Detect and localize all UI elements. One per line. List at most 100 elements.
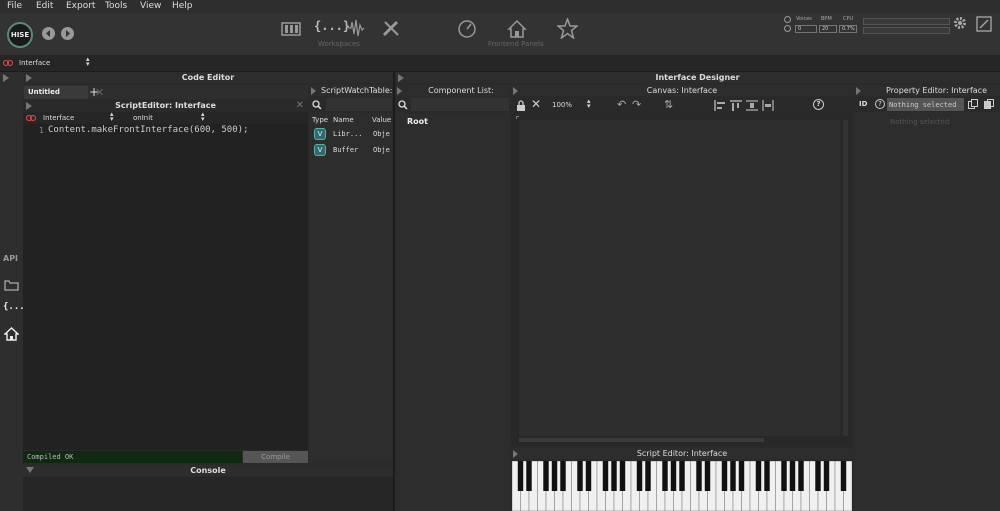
black-key[interactable] bbox=[577, 461, 583, 491]
canvas-hscroll[interactable] bbox=[519, 438, 764, 442]
menu-view[interactable]: View bbox=[140, 1, 161, 11]
interface-designer-collapse-icon[interactable] bbox=[398, 74, 404, 82]
processor-selector[interactable]: Interface ▴ ▾ bbox=[16, 56, 94, 68]
code-editor-collapse-icon[interactable] bbox=[26, 74, 32, 82]
black-key[interactable] bbox=[755, 461, 762, 491]
black-key[interactable] bbox=[560, 461, 566, 491]
compile-button[interactable]: Compile bbox=[243, 451, 308, 463]
distribute-h-icon[interactable] bbox=[762, 100, 774, 111]
settings-gear-icon[interactable] bbox=[953, 16, 967, 30]
menu-file[interactable]: File bbox=[7, 1, 22, 11]
canvas-vscroll[interactable] bbox=[843, 120, 848, 436]
black-key[interactable] bbox=[636, 461, 643, 491]
star-icon[interactable] bbox=[557, 18, 578, 39]
watch-search-input[interactable] bbox=[326, 98, 392, 111]
keyboard-keys[interactable] bbox=[512, 461, 852, 511]
property-help-icon[interactable]: ? bbox=[875, 99, 885, 109]
col-value[interactable]: Value bbox=[372, 116, 391, 124]
tab-untitled[interactable]: Untitled bbox=[24, 86, 88, 99]
folder-icon[interactable] bbox=[4, 279, 19, 291]
code-area[interactable]: 1 Content.makeFrontInterface(600, 500); bbox=[23, 124, 308, 450]
copy-icon[interactable] bbox=[968, 99, 978, 109]
black-key[interactable] bbox=[517, 461, 524, 491]
black-key[interactable] bbox=[670, 461, 677, 491]
black-key[interactable] bbox=[823, 461, 830, 491]
menu-export[interactable]: Export bbox=[66, 1, 95, 11]
tree-item-root[interactable]: Root bbox=[407, 117, 428, 126]
menu-help[interactable]: Help bbox=[172, 1, 193, 11]
paste-icon[interactable] bbox=[984, 99, 994, 109]
align-left-icon[interactable] bbox=[714, 100, 726, 111]
workspace-code-icon[interactable]: {...} bbox=[314, 19, 350, 33]
component-search-bar bbox=[395, 97, 510, 113]
black-key[interactable] bbox=[619, 461, 626, 491]
resize-icon[interactable] bbox=[976, 16, 992, 32]
black-key[interactable] bbox=[679, 461, 685, 491]
keyboard[interactable] bbox=[512, 461, 852, 511]
canvas-area[interactable] bbox=[511, 113, 853, 446]
col-name[interactable]: Name bbox=[333, 116, 354, 124]
canvas-collapse-icon[interactable] bbox=[513, 87, 518, 95]
black-key[interactable] bbox=[645, 461, 651, 491]
black-key[interactable] bbox=[551, 461, 558, 491]
canvas-surface[interactable] bbox=[519, 120, 840, 436]
table-row[interactable]: V Buffer Obje bbox=[309, 143, 393, 158]
console-area[interactable] bbox=[23, 477, 393, 511]
zoom-selector[interactable]: 100% ▴ ▾ bbox=[549, 98, 597, 111]
redo-icon[interactable]: ↷ bbox=[632, 98, 641, 111]
black-key[interactable] bbox=[585, 461, 592, 491]
black-key[interactable] bbox=[815, 461, 821, 491]
help-icon[interactable]: ? bbox=[813, 99, 824, 110]
black-key[interactable] bbox=[730, 461, 736, 491]
distribute-v-icon[interactable] bbox=[746, 100, 758, 111]
black-key[interactable] bbox=[526, 461, 532, 491]
api-button[interactable]: API bbox=[3, 254, 18, 263]
lock-icon[interactable] bbox=[516, 100, 526, 111]
home-sidebar-icon[interactable] bbox=[4, 327, 19, 341]
refresh-icon[interactable]: ⇅ bbox=[664, 98, 673, 111]
black-key[interactable] bbox=[738, 461, 745, 491]
component-search-input[interactable] bbox=[411, 98, 509, 111]
collapse-icon[interactable] bbox=[3, 74, 9, 82]
black-key[interactable] bbox=[704, 461, 711, 491]
back-icon[interactable] bbox=[42, 27, 55, 40]
pencil-icon[interactable] bbox=[381, 18, 401, 38]
gauge-icon[interactable] bbox=[457, 19, 477, 39]
black-key[interactable] bbox=[721, 461, 728, 491]
component-list-collapse-icon[interactable] bbox=[397, 87, 402, 95]
align-top-icon[interactable] bbox=[730, 100, 742, 111]
menu-tools[interactable]: Tools bbox=[105, 1, 127, 11]
black-key[interactable] bbox=[798, 461, 804, 491]
black-key[interactable] bbox=[696, 461, 702, 491]
watch-table-collapse-icon[interactable] bbox=[311, 87, 316, 95]
id-field[interactable]: Nothing selected bbox=[887, 98, 964, 111]
black-key[interactable] bbox=[543, 461, 549, 491]
black-key[interactable] bbox=[840, 461, 847, 491]
table-row[interactable]: V Libr... Obje bbox=[309, 127, 393, 142]
undo-icon[interactable]: ↶ bbox=[617, 98, 626, 111]
home-icon[interactable] bbox=[507, 19, 527, 39]
black-key[interactable] bbox=[611, 461, 617, 491]
menu-edit[interactable]: Edit bbox=[36, 1, 53, 11]
link-small-icon bbox=[26, 114, 36, 122]
black-key[interactable] bbox=[781, 461, 787, 491]
waveform-icon[interactable] bbox=[347, 18, 365, 38]
new-tab-plus-icon[interactable]: + bbox=[89, 85, 99, 99]
bottom-script-editor-collapse-icon[interactable] bbox=[513, 450, 518, 458]
deselect-icon[interactable]: ✕ bbox=[531, 97, 541, 111]
col-type[interactable]: Type bbox=[312, 116, 328, 124]
console-collapse-icon[interactable] bbox=[26, 467, 34, 473]
property-editor-collapse-icon[interactable] bbox=[856, 87, 861, 95]
code-line[interactable]: Content.makeFrontInterface(600, 500); bbox=[48, 125, 248, 135]
processor-dropdown[interactable]: Interface bbox=[43, 114, 74, 122]
black-key[interactable] bbox=[764, 461, 770, 491]
script-editor-collapse-icon[interactable] bbox=[26, 102, 32, 110]
forward-icon[interactable] bbox=[61, 27, 74, 40]
black-key[interactable] bbox=[789, 461, 796, 491]
hise-logo[interactable]: HISE bbox=[7, 22, 33, 48]
black-key[interactable] bbox=[662, 461, 668, 491]
black-key[interactable] bbox=[602, 461, 609, 491]
layout-icon[interactable] bbox=[281, 21, 301, 37]
script-editor-close-icon[interactable]: ✕ bbox=[296, 100, 304, 111]
callback-dropdown[interactable]: onInit bbox=[133, 114, 153, 122]
